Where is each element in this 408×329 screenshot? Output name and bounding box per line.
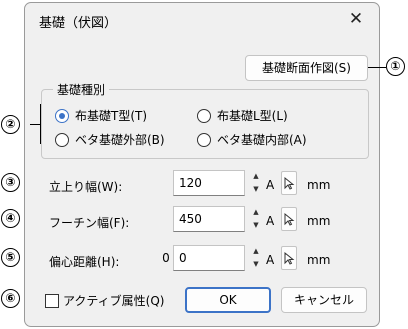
checkbox-label: アクティブ属性(Q) [63,294,165,308]
callout-3: ③ [1,173,20,192]
radio-icon [197,108,211,123]
callout-bracket [40,104,41,144]
auto-label: A [266,253,275,267]
rise-width-input[interactable]: 120 [173,170,245,196]
checkbox-box [45,293,59,308]
pick-cursor-icon[interactable] [281,171,297,195]
eccentric-distance-input[interactable]: 0 [173,245,245,271]
radio-mat-outer[interactable]: ベタ基礎外部(B) [55,131,165,148]
pick-cursor-icon[interactable] [281,246,297,270]
radio-icon [197,132,211,147]
radio-icon [55,132,69,147]
callout-line [30,124,40,125]
eccentric-distance-stepper[interactable]: ▲ ▼ [249,245,263,271]
foundation-dialog: 基礎（伏図） ✕ 基礎断面作図(S) 基礎種別 布基礎T型(T) 布基礎L型(L… [24,2,380,327]
pick-cursor-icon[interactable] [281,207,297,231]
ok-button[interactable]: OK [185,287,271,313]
callout-4: ④ [1,209,20,228]
radio-mat-inner[interactable]: ベタ基礎内部(A) [197,131,307,148]
radio-label: 布基礎L型(L) [217,109,288,123]
eccentric-prefix: 0 [162,251,170,265]
radio-l-type[interactable]: 布基礎L型(L) [197,107,288,124]
foundation-type-label: 基礎種別 [53,81,110,98]
close-icon[interactable]: ✕ [345,8,367,30]
unit-label: mm [307,178,331,192]
auto-label: A [266,178,275,192]
auto-label: A [266,214,275,228]
rise-width-label: 立上り幅(W): [49,180,123,194]
callout-6: ⑥ [1,289,20,308]
cancel-button[interactable]: キャンセル [281,287,367,313]
callout-1: ① [386,57,405,76]
radio-label: 布基礎T型(T) [75,109,148,123]
foundation-type-group [41,89,369,159]
active-attribute-checkbox[interactable]: アクティブ属性(Q) [45,292,165,309]
callout-2: ② [1,115,20,134]
radio-checked-icon [55,108,69,123]
footing-width-label: フーチン幅(F): [49,216,130,230]
section-drawing-button[interactable]: 基礎断面作図(S) [245,55,368,81]
rise-width-stepper[interactable]: ▲ ▼ [249,170,263,196]
unit-label: mm [307,214,331,228]
footing-width-input[interactable]: 450 [173,206,245,232]
radio-t-type[interactable]: 布基礎T型(T) [55,107,147,124]
unit-label: mm [307,253,331,267]
eccentric-distance-label: 偏心距離(H): [49,255,120,269]
radio-label: ベタ基礎外部(B) [75,133,165,147]
radio-label: ベタ基礎内部(A) [217,133,307,147]
dialog-title: 基礎（伏図） [39,16,118,31]
footing-width-stepper[interactable]: ▲ ▼ [249,206,263,232]
callout-line [368,67,386,68]
callout-5: ⑤ [1,248,20,267]
